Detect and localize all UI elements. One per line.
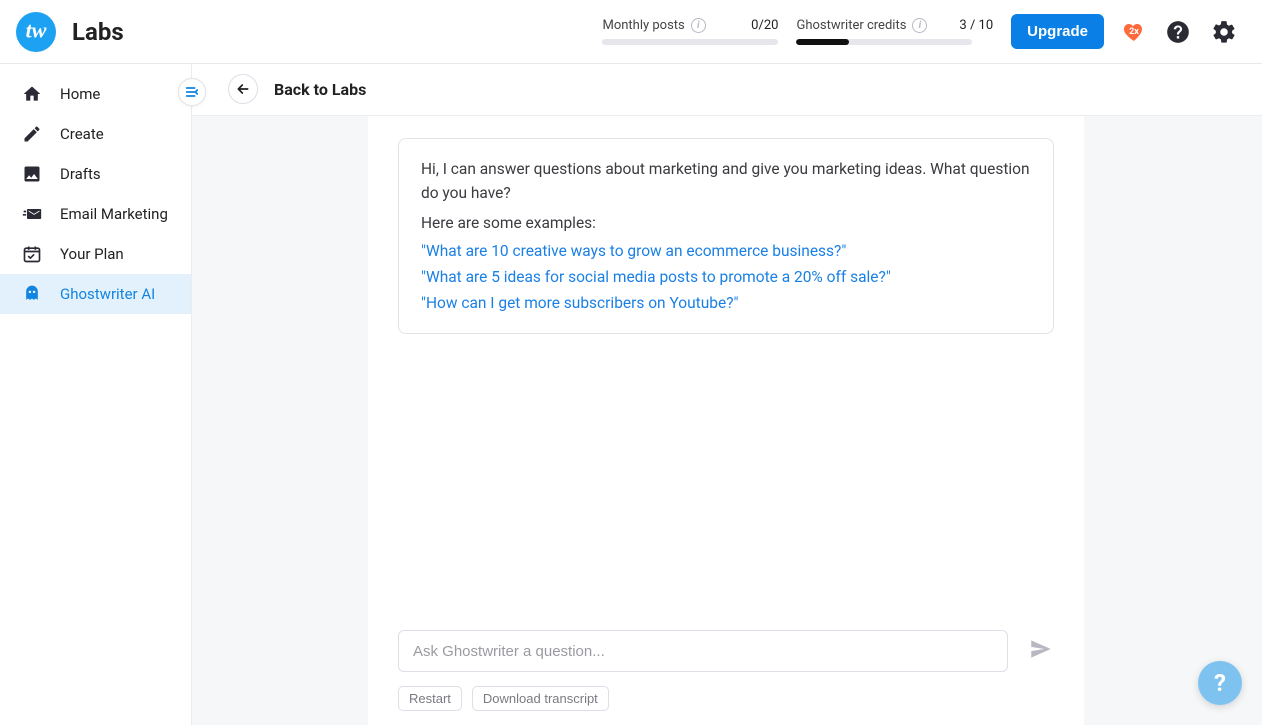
chat-panel: Hi, I can answer questions about marketi… — [368, 116, 1084, 725]
sidebar-item-label: Your Plan — [60, 245, 124, 263]
sidebar-item-label: Ghostwriter AI — [60, 285, 155, 303]
back-button[interactable] — [228, 74, 258, 104]
ghostwriter-credits-label: Ghostwriter credits — [796, 18, 906, 33]
composer: Restart Download transcript — [368, 612, 1084, 725]
page-title: Labs — [72, 18, 124, 46]
examples-label: Here are some examples: — [421, 211, 1031, 235]
sidebar-collapse-button[interactable] — [178, 78, 206, 106]
image-icon — [22, 164, 42, 184]
help-icon: ? — [1214, 669, 1226, 697]
brand: Labs — [16, 12, 186, 52]
help-icon[interactable] — [1164, 18, 1192, 46]
assistant-message: Hi, I can answer questions about marketi… — [398, 138, 1054, 334]
sidebar-item-drafts[interactable]: Drafts — [0, 154, 191, 194]
info-icon[interactable]: i — [691, 18, 706, 33]
sidebar: Home Create Drafts Email Marketing Your … — [0, 64, 192, 725]
ghost-icon — [22, 284, 42, 304]
svg-text:2x: 2x — [1129, 27, 1139, 37]
mail-send-icon — [22, 204, 42, 224]
monthly-posts-value: 0/20 — [725, 18, 778, 33]
calendar-icon — [22, 244, 42, 264]
sidebar-item-label: Home — [60, 85, 100, 103]
sidebar-item-ghostwriter-ai[interactable]: Ghostwriter AI — [0, 274, 191, 314]
upgrade-button[interactable]: Upgrade — [1011, 14, 1104, 49]
ghostwriter-credits-value: 3 / 10 — [933, 18, 993, 33]
assistant-intro-text: Hi, I can answer questions about marketi… — [421, 157, 1031, 205]
subheader: Back to Labs — [192, 64, 1262, 116]
example-prompt-link[interactable]: "What are 10 creative ways to grow an ec… — [421, 239, 1031, 263]
sidebar-item-create[interactable]: Create — [0, 114, 191, 154]
monthly-posts-label: Monthly posts — [602, 18, 684, 33]
example-prompt-link[interactable]: "How can I get more subscribers on Youtu… — [421, 291, 1031, 315]
content: Back to Labs Hi, I can answer questions … — [192, 64, 1262, 725]
home-icon — [22, 84, 42, 104]
sidebar-item-email-marketing[interactable]: Email Marketing — [0, 194, 191, 234]
monthly-posts-bar — [602, 39, 778, 45]
ghostwriter-credits-bar — [796, 39, 972, 45]
sidebar-item-label: Email Marketing — [60, 205, 168, 223]
sidebar-item-your-plan[interactable]: Your Plan — [0, 234, 191, 274]
sidebar-item-label: Create — [60, 125, 104, 143]
boost-icon[interactable]: 2x — [1122, 20, 1146, 44]
app-header: Labs Monthly posts i 0/20 Ghostwriter cr… — [0, 0, 1262, 64]
restart-button[interactable]: Restart — [398, 686, 462, 711]
sidebar-item-label: Drafts — [60, 165, 101, 183]
help-fab[interactable]: ? — [1198, 661, 1242, 705]
monthly-posts-meter: Monthly posts i 0/20 — [602, 18, 778, 45]
example-prompt-link[interactable]: "What are 5 ideas for social media posts… — [421, 265, 1031, 289]
download-transcript-button[interactable]: Download transcript — [472, 686, 609, 711]
info-icon[interactable]: i — [912, 18, 927, 33]
ghostwriter-credits-meter: Ghostwriter credits i 3 / 10 — [796, 18, 993, 45]
back-label: Back to Labs — [274, 80, 366, 99]
gear-icon[interactable] — [1210, 18, 1238, 46]
pencil-icon — [22, 124, 42, 144]
sidebar-item-home[interactable]: Home — [0, 74, 191, 114]
send-icon[interactable] — [1028, 636, 1054, 666]
logo-icon — [16, 12, 56, 52]
composer-input[interactable] — [398, 630, 1008, 672]
